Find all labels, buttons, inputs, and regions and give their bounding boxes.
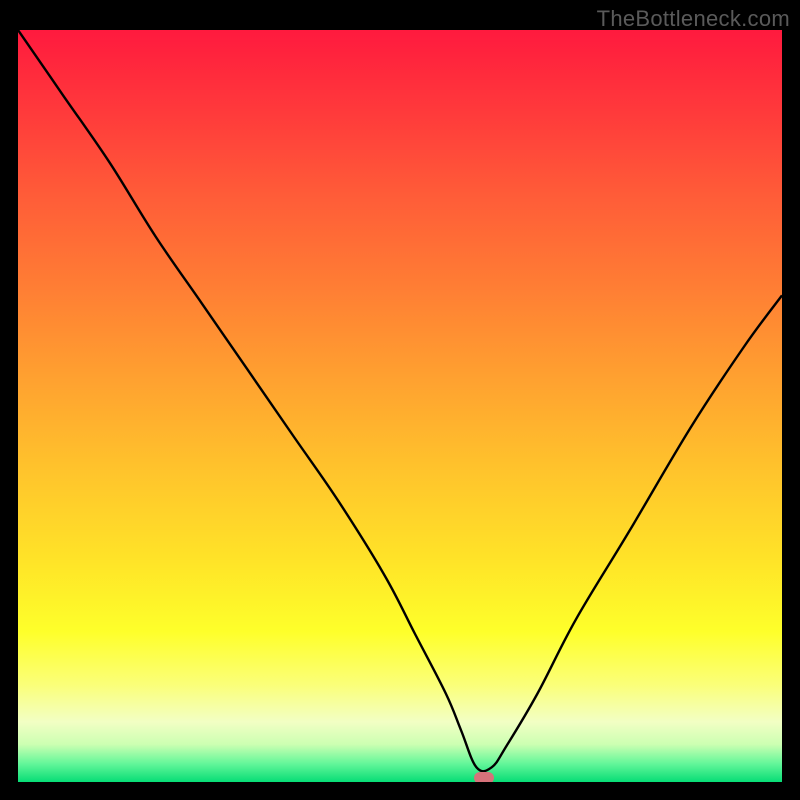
chart-container: TheBottleneck.com bbox=[0, 0, 800, 800]
plot-area bbox=[18, 30, 782, 782]
bottleneck-curve bbox=[18, 30, 782, 782]
watermark-text: TheBottleneck.com bbox=[597, 6, 790, 32]
optimal-point-marker bbox=[474, 772, 494, 782]
